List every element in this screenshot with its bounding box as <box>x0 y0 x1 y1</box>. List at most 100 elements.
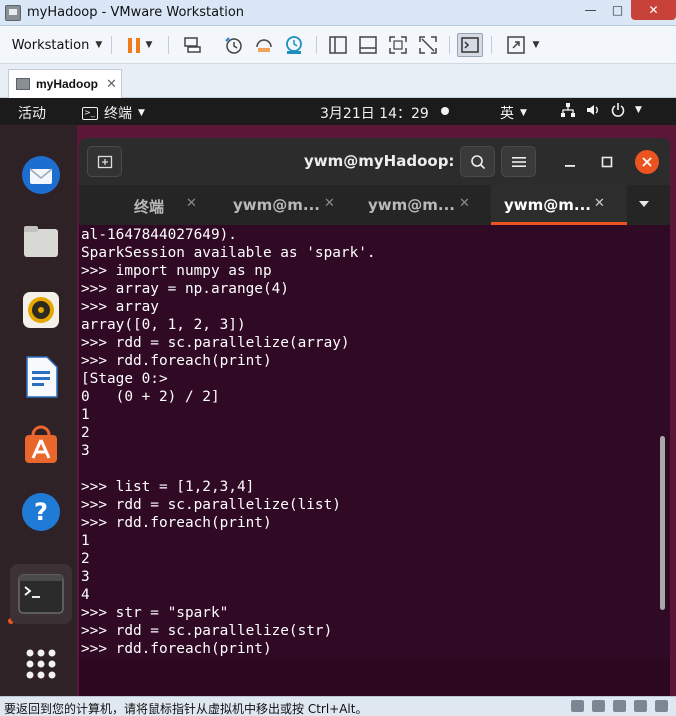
thunderbird-icon <box>22 156 60 194</box>
dock-help[interactable]: ? <box>14 485 68 539</box>
pause-icon <box>127 37 140 53</box>
hard-disk-icon[interactable] <box>571 700 584 712</box>
toolbar-divider <box>316 36 317 54</box>
manage-snapshots-button[interactable] <box>282 33 306 57</box>
sound-card-icon[interactable] <box>634 700 647 712</box>
terminal-icon: >_ <box>82 106 98 120</box>
terminal-window[interactable]: ywm@myHadoop: ~ 终端 ✕ ywm@m... ✕ ywm@m...… <box>79 138 670 696</box>
new-tab-button[interactable] <box>87 146 122 177</box>
terminal-line: >>> list = [1,2,3,4] <box>81 479 255 495</box>
unity-button[interactable] <box>416 33 440 57</box>
system-menu[interactable]: ▼ <box>560 102 642 118</box>
dock-files[interactable] <box>14 215 68 269</box>
minimize-button[interactable]: — <box>577 0 604 20</box>
terminal-tab[interactable]: ywm@m... ✕ <box>355 185 491 225</box>
snapshot-icon <box>225 37 242 54</box>
window-title: myHadoop - VMware Workstation <box>27 5 245 20</box>
vm-tab-myhadoop[interactable]: myHadoop ✕ <box>8 69 122 98</box>
chevron-down-icon: ▼ <box>635 105 642 115</box>
clock[interactable]: 3月21日 14：29 <box>320 103 429 123</box>
minimize-window-button[interactable] <box>559 151 581 173</box>
terminal-line: >>> rdd.foreach(print) <box>81 353 272 369</box>
terminal-scrollbar[interactable] <box>660 436 665 610</box>
chevron-down-icon: ▼ <box>520 108 527 118</box>
terminal-icon <box>461 37 479 53</box>
revert-snapshot-icon <box>256 39 272 52</box>
terminal-text[interactable]: al-1647844027649). SparkSession available… <box>81 226 376 658</box>
stretch-guest-icon <box>506 36 525 54</box>
console-view-button[interactable] <box>356 33 380 57</box>
display-icon[interactable] <box>655 700 668 712</box>
close-tab-icon[interactable]: ✕ <box>324 196 335 211</box>
terminal-line: >>> rdd = sc.parallelize(list) <box>81 497 341 513</box>
close-icon[interactable]: ✕ <box>106 76 117 92</box>
terminal-line: 1 <box>81 533 90 549</box>
send-ctrl-alt-del-icon <box>184 37 201 53</box>
terminal-tab-active[interactable]: ywm@m... ✕ <box>491 185 627 225</box>
chevron-down-icon: ▼ <box>532 40 540 50</box>
terminal-app-icon <box>18 574 64 614</box>
chevron-down-icon: ▼ <box>145 40 153 50</box>
terminal-line: >>> rdd.foreach(print) <box>81 515 272 531</box>
usb-icon[interactable] <box>613 700 626 712</box>
window-controls: — □ ✕ <box>577 0 676 20</box>
dock-thunderbird[interactable] <box>14 148 68 202</box>
terminal-line: 3 <box>81 569 90 585</box>
device-icons <box>571 700 668 712</box>
status-hint: 要返回到您的计算机，请将鼠标指针从虚拟机中移出或按 Ctrl+Alt。 <box>4 702 368 716</box>
notification-dot-icon <box>441 107 449 115</box>
help-icon: ? <box>22 493 60 531</box>
terminal-tab-label: ywm@m... <box>504 196 591 214</box>
app-menu[interactable]: >_ 终端 ▼ <box>82 103 145 123</box>
pause-button[interactable]: ▼ <box>119 33 161 57</box>
close-tab-icon[interactable]: ✕ <box>459 196 470 211</box>
terminal-title: ywm@myHadoop: ~ <box>304 152 473 170</box>
terminal-line: 0 (0 + 2) / 2] <box>81 389 220 405</box>
stretch-button[interactable]: ▼ <box>502 33 542 57</box>
network-adapter-icon[interactable] <box>592 700 605 712</box>
library-view-button[interactable] <box>326 33 350 57</box>
terminal-tab[interactable]: 终端 ✕ <box>79 185 218 225</box>
vm-tab-label: myHadoop <box>36 77 99 91</box>
terminal-line: 2 <box>81 551 90 567</box>
svg-text:?: ? <box>34 498 48 526</box>
revert-snapshot-button[interactable] <box>252 33 276 57</box>
terminal-tab-label: 终端 <box>134 198 165 216</box>
snapshot-button[interactable] <box>222 33 246 57</box>
search-button[interactable] <box>460 146 495 177</box>
vmware-toolbar: Workstation ▼ ▼ ▼ <box>0 26 676 64</box>
dock-rhythmbox[interactable] <box>14 283 68 337</box>
workstation-menu[interactable]: Workstation ▼ <box>10 33 104 57</box>
activities-button[interactable]: 活动 <box>18 103 46 123</box>
guest-desktop[interactable]: 活动 >_ 终端 ▼ 3月21日 14：29 英 ▼ ▼ ? ywm@myHad… <box>0 98 676 696</box>
dock-show-applications[interactable] <box>14 637 68 691</box>
terminal-output[interactable]: al-1647844027649). SparkSession available… <box>79 225 670 696</box>
terminal-line: >>> import numpy as np <box>81 263 272 279</box>
hamburger-menu-button[interactable] <box>501 146 536 177</box>
send-keys-button[interactable] <box>180 33 204 57</box>
terminal-line: >>> array = np.arange(4) <box>81 281 289 297</box>
toolbar-divider <box>449 36 450 54</box>
input-method-menu[interactable]: 英 ▼ <box>500 103 527 123</box>
chevron-down-icon: ▼ <box>138 108 145 118</box>
dock-terminal[interactable] <box>10 564 72 624</box>
close-window-button[interactable] <box>635 150 659 174</box>
full-screen-button[interactable] <box>386 33 410 57</box>
dock-libreoffice-writer[interactable] <box>14 350 68 404</box>
dock-ubuntu-software[interactable] <box>14 418 68 472</box>
tabs-menu-chevron-icon[interactable] <box>639 201 649 207</box>
close-tab-icon[interactable]: ✕ <box>594 196 605 211</box>
close-tab-icon[interactable]: ✕ <box>186 196 197 211</box>
maximize-window-button[interactable] <box>596 151 618 173</box>
new-tab-icon <box>97 155 112 168</box>
terminal-line: [Stage 0:> <box>81 371 168 387</box>
close-button[interactable]: ✕ <box>631 0 676 20</box>
unity-icon <box>419 36 437 54</box>
terminal-tab[interactable]: ywm@m... ✕ <box>218 185 355 225</box>
maximize-button[interactable]: □ <box>604 0 631 20</box>
vmware-app-icon <box>5 5 21 21</box>
terminal-view-button[interactable] <box>457 33 483 57</box>
rhythmbox-icon <box>23 292 59 328</box>
terminal-line: >>> array <box>81 299 159 315</box>
search-icon <box>470 154 485 169</box>
